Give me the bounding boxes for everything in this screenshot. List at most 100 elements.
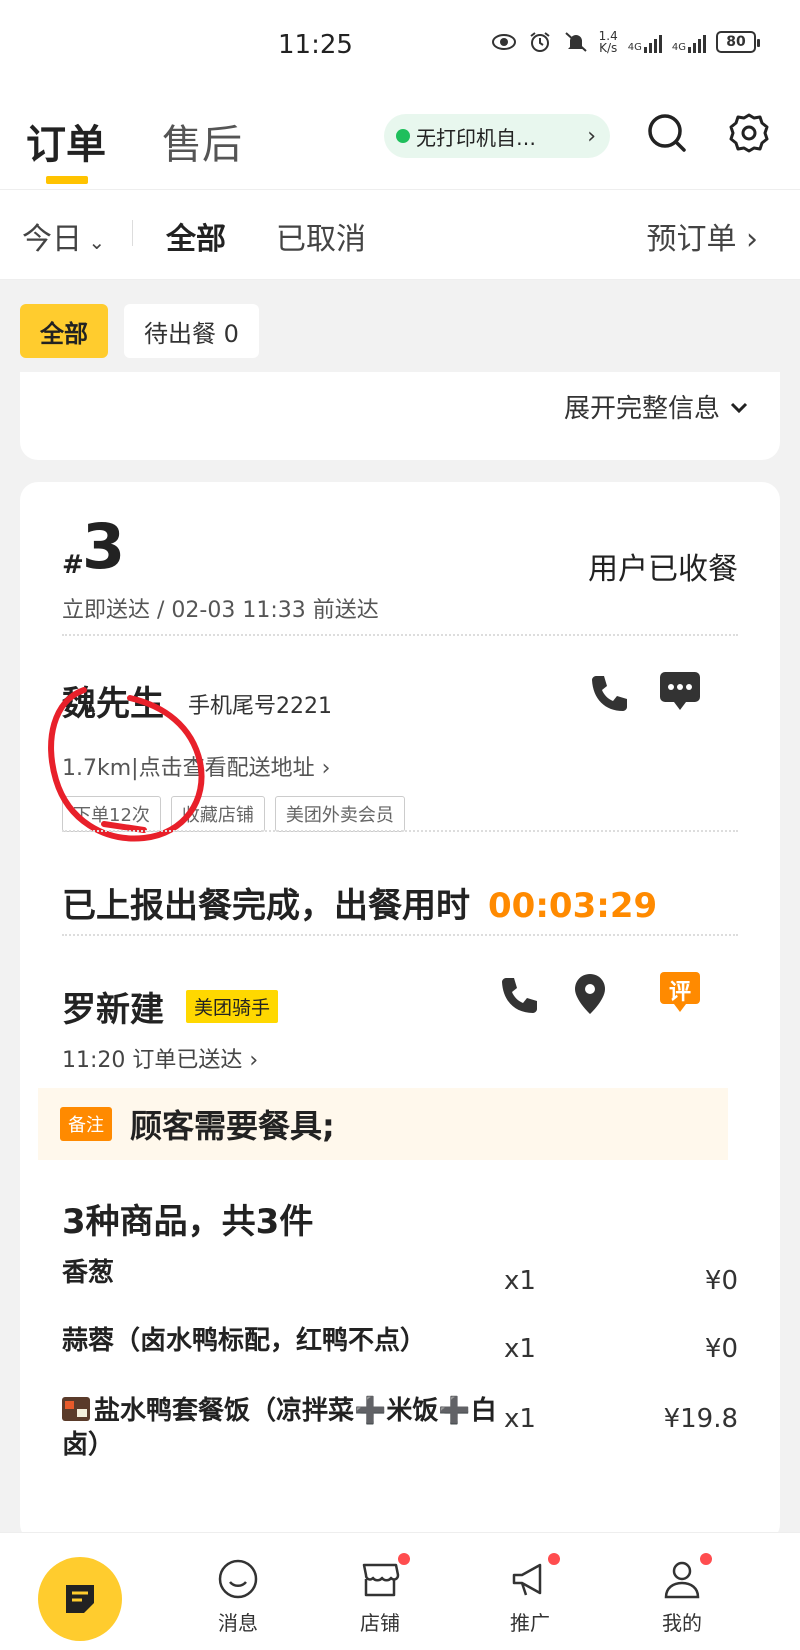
- nav-item-store[interactable]: 店铺: [340, 1553, 420, 1636]
- meal-duration: 00:03:29: [488, 886, 658, 926]
- sim1-signal: 4G: [628, 31, 662, 53]
- user-icon: [664, 1561, 700, 1599]
- location-pin-icon[interactable]: [566, 970, 614, 1018]
- bottom-nav: 消息 店铺 推广 我的: [0, 1532, 800, 1650]
- goods-qty: x1: [504, 1404, 536, 1434]
- status-icons: 1.4 K/s 4G 4G 80: [491, 30, 760, 54]
- app-header: 订单 售后 无打印机自… ›: [0, 96, 800, 190]
- message-smile-icon: [218, 1559, 258, 1599]
- divider: [132, 220, 133, 246]
- rider-name: 罗新建: [62, 990, 164, 1030]
- note-icon: [66, 1585, 94, 1613]
- remark-tag: 备注: [60, 1107, 112, 1141]
- filter-cancelled[interactable]: 已取消: [276, 214, 366, 258]
- printer-status-text: 无打印机自…: [416, 125, 536, 150]
- order-status: 用户已收餐: [588, 552, 738, 587]
- date-filter-label: 今日: [22, 222, 82, 257]
- goods-price: ¥0: [704, 1266, 738, 1296]
- megaphone-icon: [512, 1563, 542, 1596]
- sim2-signal: 4G: [672, 31, 706, 53]
- goods-name: 蒜蓉（卤水鸭标配，红鸭不点）: [62, 1326, 427, 1356]
- gear-icon[interactable]: [726, 110, 772, 156]
- signal-bars-icon: [643, 31, 662, 53]
- delivery-status-text: 11:20 订单已送达: [62, 1048, 243, 1073]
- goods-item: 香葱 x1 ¥0: [62, 1256, 738, 1316]
- divider: [62, 830, 738, 832]
- delivery-status-link[interactable]: 11:20 订单已送达 ›: [62, 1042, 258, 1074]
- expand-info-button[interactable]: 展开完整信息: [564, 388, 750, 425]
- phone-icon[interactable]: [496, 972, 544, 1020]
- sim2-label: 4G: [671, 42, 686, 53]
- chip-all[interactable]: 全部: [20, 304, 108, 358]
- goods-summary: 3种商品，共3件: [62, 1202, 314, 1242]
- nav-item-messages[interactable]: 消息: [198, 1557, 278, 1636]
- store-icon: [362, 1563, 400, 1597]
- chevron-down-icon: [730, 402, 748, 413]
- printer-status-button[interactable]: 无打印机自… ›: [384, 114, 610, 158]
- delivery-time: 立即送达 / 02-03 11:33 前送达: [62, 598, 379, 623]
- net-speed: 1.4 K/s: [599, 30, 618, 54]
- order-number: 3: [82, 510, 126, 583]
- nav-label: 消息: [218, 1611, 258, 1635]
- order-card: # 3 用户已收餐 立即送达 / 02-03 11:33 前送达 魏先生 手机尾…: [20, 482, 780, 1542]
- orders-fab-button[interactable]: [38, 1557, 122, 1641]
- notification-dot: [398, 1553, 410, 1565]
- goods-item: 蒜蓉（卤水鸭标配，红鸭不点） x1 ¥0: [62, 1324, 738, 1384]
- alarm-icon: [530, 32, 550, 52]
- notification-dot: [700, 1553, 712, 1565]
- expand-info-label: 展开完整信息: [563, 394, 720, 424]
- meal-report: 已上报出餐完成，出餐用时 00:03:29: [62, 878, 657, 927]
- search-icon[interactable]: [644, 110, 690, 156]
- chevron-right-icon: ›: [736, 222, 758, 257]
- date-filter[interactable]: 今日 ⌄: [22, 214, 105, 258]
- goods-qty: x1: [504, 1334, 536, 1364]
- bento-icon: [62, 1397, 90, 1421]
- nav-item-promotion[interactable]: 推广: [490, 1553, 570, 1636]
- chevron-right-icon: ›: [242, 1048, 259, 1073]
- goods-qty: x1: [504, 1266, 536, 1296]
- filter-bar: 今日 ⌄ 全部 已取消 预订单 ›: [0, 190, 800, 280]
- preorder-label: 预订单: [646, 222, 737, 257]
- phone-icon[interactable]: [586, 670, 634, 718]
- chevron-right-icon: ›: [587, 123, 596, 149]
- status-chips: 全部 待出餐 0: [20, 304, 259, 358]
- sim1-label: 4G: [627, 42, 642, 53]
- order-remark: 备注 顾客需要餐具;: [38, 1088, 728, 1160]
- goods-name: 盐水鸭套餐饭（凉拌菜➕米饭➕白卤）: [62, 1396, 497, 1460]
- signal-bars-icon: [688, 31, 706, 53]
- goods-price: ¥19.8: [663, 1404, 738, 1434]
- chevron-down-icon: ⌄: [82, 230, 106, 254]
- hand-drawn-circle-mark: [48, 687, 205, 842]
- notification-dot: [548, 1553, 560, 1565]
- status-time: 11:25: [278, 30, 353, 60]
- status-bar: 11:25 1.4 K/s 4G 4G 80: [0, 0, 800, 96]
- nav-label: 我的: [662, 1611, 702, 1635]
- goods-price: ¥0: [704, 1334, 738, 1364]
- tab-orders[interactable]: 订单: [26, 112, 106, 170]
- goods-name-wrap: 盐水鸭套餐饭（凉拌菜➕米饭➕白卤）: [62, 1394, 502, 1462]
- nav-label: 推广: [510, 1611, 550, 1635]
- filter-all[interactable]: 全部: [166, 214, 226, 258]
- chevron-right-icon: ›: [314, 756, 331, 781]
- review-label: 评: [668, 980, 691, 1005]
- divider: [62, 934, 738, 936]
- review-icon[interactable]: 评: [658, 970, 706, 1018]
- preorder-link[interactable]: 预订单 ›: [646, 214, 758, 258]
- tab-after-sales[interactable]: 售后: [162, 112, 242, 170]
- battery-icon: 80: [716, 31, 760, 53]
- remark-text: 顾客需要餐具;: [130, 1107, 335, 1145]
- mute-icon: [564, 32, 587, 52]
- meal-report-text: 已上报出餐完成，出餐用时: [62, 886, 470, 926]
- tab-indicator: [46, 176, 88, 184]
- status-dot-icon: [396, 129, 410, 143]
- message-icon[interactable]: [656, 666, 704, 714]
- top-area: 11:25 1.4 K/s 4G 4G 80 订单 售后 无打印机自… › 今日…: [0, 0, 800, 280]
- net-speed-unit: K/s: [599, 41, 618, 55]
- nav-item-profile[interactable]: 我的: [642, 1553, 722, 1636]
- order-hash: #: [62, 550, 84, 580]
- previous-order-card: 展开完整信息: [20, 372, 780, 460]
- nav-label: 店铺: [360, 1611, 400, 1635]
- chip-pending[interactable]: 待出餐 0: [124, 304, 259, 358]
- goods-item: 盐水鸭套餐饭（凉拌菜➕米饭➕白卤） x1 ¥19.8: [62, 1394, 738, 1474]
- eye-icon: [491, 34, 516, 50]
